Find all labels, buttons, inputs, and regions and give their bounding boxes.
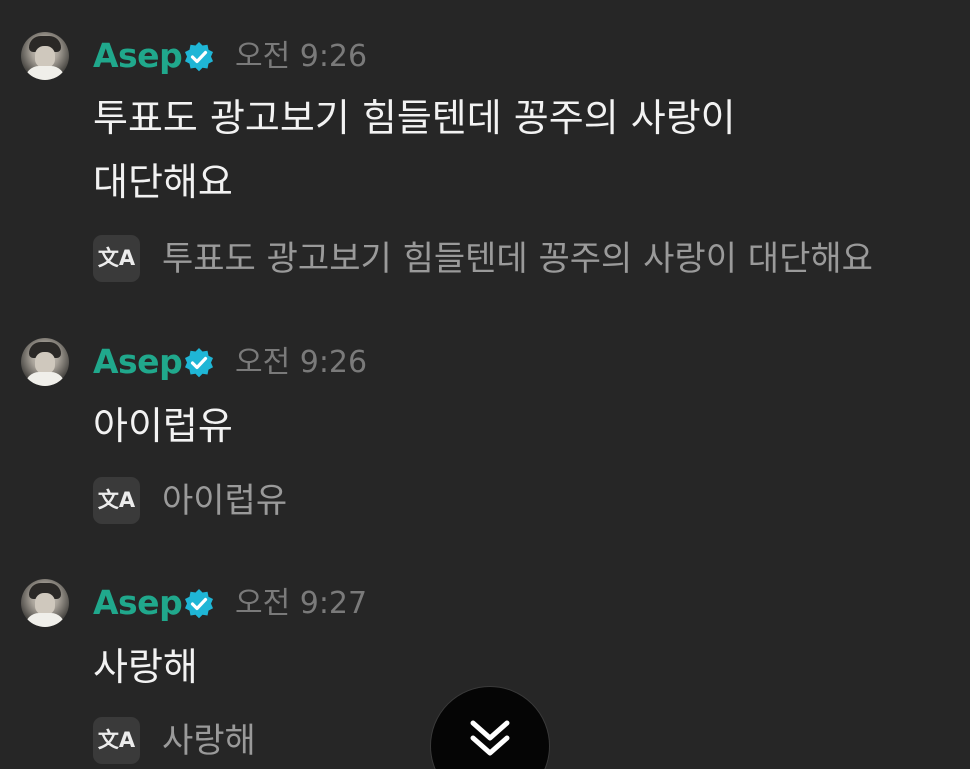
chat-message-list: Asep 오전 9:26 투표도 광고보기 힘들텐데 꽁주의 사랑이 대단해요 … xyxy=(0,0,970,769)
translate-icon[interactable]: 文A xyxy=(93,477,140,524)
user-avatar[interactable] xyxy=(21,32,69,80)
translated-text: 사랑해 xyxy=(162,721,256,761)
message-timestamp: 오전 9:26 xyxy=(235,39,368,74)
username[interactable]: Asep xyxy=(93,340,183,384)
message-text[interactable]: 아이럽유 xyxy=(93,394,913,458)
username[interactable]: Asep xyxy=(93,34,183,78)
translation-row: 文A 투표도 광고보기 힘들텐데 꽁주의 사랑이 대단해요 xyxy=(93,235,970,283)
message-text-line: 대단해요 xyxy=(93,160,233,204)
message-header: Asep 오전 9:27 xyxy=(0,575,970,627)
message-timestamp: 오전 9:27 xyxy=(235,586,368,621)
username[interactable]: Asep xyxy=(93,581,183,625)
message-text[interactable]: 투표도 광고보기 힘들텐데 꽁주의 사랑이 대단해요 xyxy=(93,86,913,214)
verified-badge-icon xyxy=(185,348,213,378)
message-header: Asep 오전 9:26 xyxy=(0,334,970,386)
double-chevron-down-icon xyxy=(470,720,510,756)
user-avatar[interactable] xyxy=(21,579,69,627)
translate-icon[interactable]: 文A xyxy=(93,717,140,764)
user-avatar[interactable] xyxy=(21,338,69,386)
translated-text: 투표도 광고보기 힘들텐데 꽁주의 사랑이 대단해요 xyxy=(162,239,873,279)
translated-text: 아이럽유 xyxy=(162,481,288,521)
chat-message: Asep 오전 9:26 아이럽유 文A 아이럽유 xyxy=(0,334,970,534)
message-header: Asep 오전 9:26 xyxy=(0,28,970,80)
translate-icon[interactable]: 文A xyxy=(93,235,140,282)
verified-badge-icon xyxy=(185,42,213,72)
message-text-line: 투표도 광고보기 힘들텐데 꽁주의 사랑이 xyxy=(93,96,736,140)
message-timestamp: 오전 9:26 xyxy=(235,345,368,380)
translation-row: 文A 아이럽유 xyxy=(93,477,970,525)
verified-badge-icon xyxy=(185,589,213,619)
chat-message: Asep 오전 9:26 투표도 광고보기 힘들텐데 꽁주의 사랑이 대단해요 … xyxy=(0,28,970,298)
